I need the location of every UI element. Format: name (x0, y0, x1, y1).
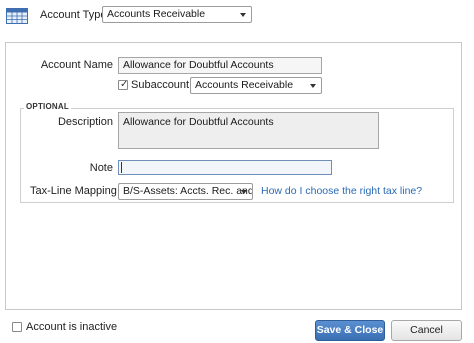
subaccount-value: Accounts Receivable (195, 79, 294, 91)
account-name-input[interactable]: Allowance for Doubtful Accounts (118, 57, 322, 74)
inactive-checkbox[interactable] (12, 322, 22, 332)
description-value: Allowance for Doubtful Accounts (123, 116, 274, 128)
chevron-down-icon (241, 190, 247, 194)
account-register-icon (6, 8, 28, 24)
checkmark-icon: ✓ (120, 79, 129, 90)
text-cursor (121, 162, 122, 173)
chevron-down-icon (310, 84, 316, 88)
account-name-value: Allowance for Doubtful Accounts (123, 59, 274, 71)
account-type-value: Accounts Receivable (107, 8, 206, 20)
subaccount-checkbox[interactable]: ✓ (118, 79, 129, 90)
note-label: Note (89, 162, 113, 174)
account-type-select[interactable]: Accounts Receivable (102, 6, 252, 23)
inactive-label: Account is inactive (26, 321, 118, 333)
tax-line-value: B/S-Assets: Accts. Rec. and tr... (123, 185, 253, 197)
chevron-down-icon (240, 13, 246, 17)
subaccount-select[interactable]: Accounts Receivable (190, 77, 322, 94)
description-textarea[interactable]: Allowance for Doubtful Accounts (118, 112, 379, 149)
note-input[interactable] (118, 160, 332, 175)
optional-section-label: OPTIONAL (24, 102, 71, 111)
tax-line-label: Tax-Line Mapping (30, 185, 117, 197)
account-name-label: Account Name (40, 59, 113, 71)
save-close-button[interactable]: Save & Close (315, 320, 385, 341)
cancel-button[interactable]: Cancel (391, 320, 462, 341)
description-label: Description (57, 116, 113, 128)
tax-line-select[interactable]: B/S-Assets: Accts. Rec. and tr... (118, 183, 253, 200)
account-type-label: Account Type (40, 9, 107, 21)
tax-line-help-link[interactable]: How do I choose the right tax line? (261, 185, 422, 197)
